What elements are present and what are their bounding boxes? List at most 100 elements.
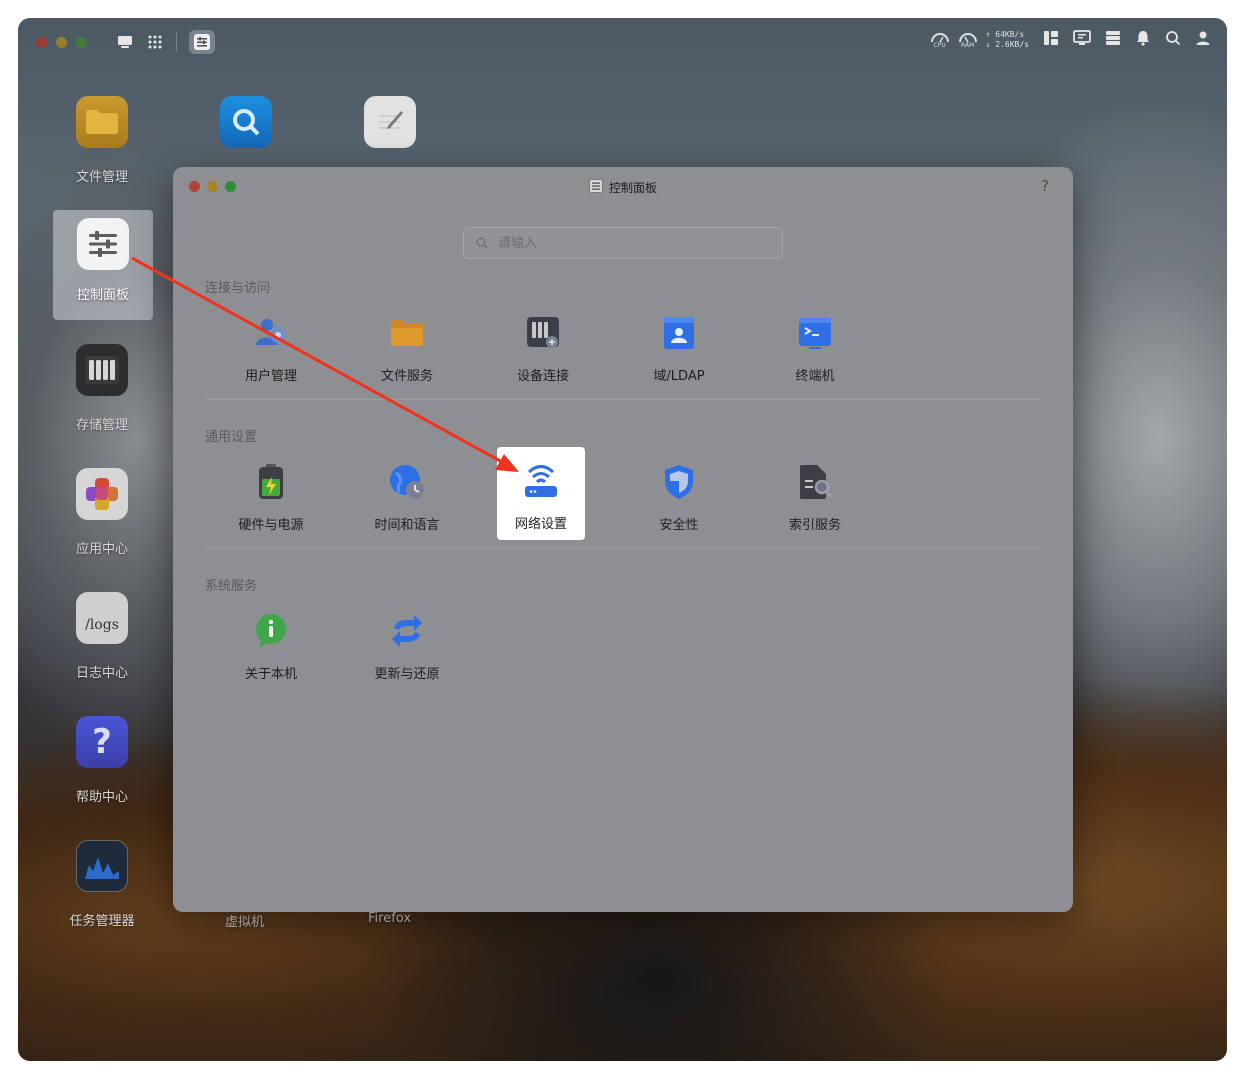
app-center-icon [76, 468, 128, 520]
section-title-system: 系统服务 [205, 579, 258, 594]
search-input[interactable] [498, 235, 748, 251]
item-label: 文件服务 [380, 369, 433, 384]
download-speed: ↓ 2.6KB/s [985, 40, 1029, 49]
cpu-gauge[interactable]: CPU [930, 31, 950, 49]
terminal-icon [795, 313, 835, 353]
desktop-app-log-center[interactable]: /logs 日志中心 [52, 592, 152, 681]
network-speed: ↑ 64KB/s ↓ 2.6KB/s [986, 30, 1029, 50]
search-box [463, 227, 783, 259]
id-card-icon [659, 313, 699, 353]
item-security[interactable]: 安全性 [635, 448, 723, 540]
item-domain-ldap[interactable]: 域/LDAP [635, 299, 723, 391]
help-button[interactable]: ? [1041, 177, 1049, 195]
item-file-service[interactable]: 文件服务 [363, 299, 451, 391]
app-grid-icon[interactable] [146, 33, 164, 51]
bell-icon[interactable] [1135, 30, 1151, 50]
activity-chart-icon [76, 840, 128, 892]
shield-icon [659, 462, 699, 502]
item-hardware-power[interactable]: 硬件与电源 [227, 448, 315, 540]
item-label: 硬件与电源 [238, 518, 304, 533]
info-icon [251, 611, 291, 651]
sync-arrows-icon [387, 611, 427, 651]
section-divider [205, 399, 1041, 400]
item-label: 用户管理 [244, 369, 297, 384]
item-label: 设备连接 [516, 369, 569, 384]
item-label: 关于本机 [244, 667, 297, 682]
item-update-restore[interactable]: 更新与还原 [363, 597, 451, 689]
notes-icon [364, 96, 416, 148]
section-title-general: 通用设置 [205, 430, 258, 445]
section-title-connection: 连接与访问 [205, 281, 271, 296]
wifi-router-icon [521, 461, 561, 501]
taskbar-switcher [104, 27, 220, 57]
desktop-app-label: 应用中心 [75, 542, 128, 557]
item-label: 时间和语言 [374, 518, 440, 533]
zoom-dot[interactable] [76, 37, 87, 48]
item-network-settings[interactable]: 网络设置 [497, 447, 585, 540]
ram-gauge[interactable]: RAM [958, 31, 978, 49]
desktop-app-notes[interactable] [340, 96, 440, 148]
item-label: 域/LDAP [653, 369, 705, 384]
running-control-panel-icon[interactable] [189, 30, 215, 54]
device-icon [523, 313, 563, 353]
storage-icon [76, 344, 128, 396]
desktop-app-storage[interactable]: 存储管理 [52, 344, 152, 433]
item-label: 更新与还原 [374, 667, 440, 682]
control-panel-window: 控制面板 ? 连接与访问 用户管理 文件服务 设备连接 域/LDAP [173, 167, 1073, 912]
upload-speed: ↑ 64KB/s [985, 30, 1025, 39]
monitor-icon[interactable] [1073, 30, 1091, 50]
item-index-service[interactable]: 索引服务 [771, 448, 859, 540]
log-tile-text: /logs [85, 617, 119, 633]
index-search-icon [795, 462, 835, 502]
desktop-app-file-manager[interactable]: 文件管理 [52, 96, 152, 185]
item-label: 网络设置 [514, 517, 567, 532]
status-tray: CPU RAM ↑ 64KB/s ↓ 2.6KB/s [930, 30, 1211, 50]
desktop-app-search[interactable] [196, 96, 296, 148]
control-panel-icon [77, 218, 129, 270]
window-title: 控制面板 [608, 181, 657, 195]
section-divider [205, 548, 1041, 549]
folder-icon [387, 313, 427, 353]
desktop-app-task-manager[interactable]: 任务管理器 [52, 840, 152, 929]
desktop-app-label-vm[interactable]: 虚拟机 [225, 911, 264, 930]
desktop-app-label: 文件管理 [75, 170, 128, 185]
desktop-app-control-panel[interactable]: 控制面板 [53, 210, 153, 320]
battery-icon [251, 462, 291, 502]
minimize-dot[interactable] [56, 37, 67, 48]
desktop-icon[interactable] [116, 33, 134, 51]
desktop-app-help-center[interactable]: ? 帮助中心 [52, 716, 152, 805]
cpu-label: CPU [933, 42, 946, 49]
user-icon[interactable] [1195, 30, 1211, 50]
desktop-app-label-firefox[interactable]: Firefox [368, 911, 411, 926]
log-file-icon: /logs [76, 592, 128, 644]
item-time-language[interactable]: 时间和语言 [363, 448, 451, 540]
search-icon[interactable] [1165, 30, 1181, 50]
help-icon: ? [76, 716, 128, 768]
item-about[interactable]: 关于本机 [227, 597, 315, 689]
item-label: 安全性 [659, 518, 699, 533]
item-label: 索引服务 [788, 518, 841, 533]
desktop-app-label: 帮助中心 [75, 790, 128, 805]
users-icon [251, 313, 291, 353]
widget-panel-icon[interactable] [1043, 30, 1059, 50]
window-title-bar: 控制面板 [173, 179, 1073, 196]
folder-icon [76, 96, 128, 148]
desktop-app-label: 存储管理 [75, 418, 128, 433]
desktop-app-label: 日志中心 [75, 666, 128, 681]
item-label: 终端机 [795, 369, 835, 384]
search-icon [476, 234, 488, 253]
ram-label: RAM [961, 42, 975, 49]
globe-clock-icon [387, 462, 427, 502]
desktop-traffic-lights [36, 37, 87, 48]
item-device-connection[interactable]: 设备连接 [499, 299, 587, 391]
close-dot[interactable] [36, 37, 47, 48]
item-terminal[interactable]: 终端机 [771, 299, 859, 391]
control-panel-small-icon [588, 179, 603, 196]
desktop-app-app-center[interactable]: 应用中心 [52, 468, 152, 557]
desktop-app-label: 控制面板 [76, 288, 129, 303]
help-tile-text: ? [92, 722, 112, 762]
server-icon[interactable] [1105, 30, 1121, 50]
item-user-management[interactable]: 用户管理 [227, 299, 315, 391]
toolbar-separator [176, 33, 177, 51]
desktop-app-label: 任务管理器 [69, 914, 135, 929]
